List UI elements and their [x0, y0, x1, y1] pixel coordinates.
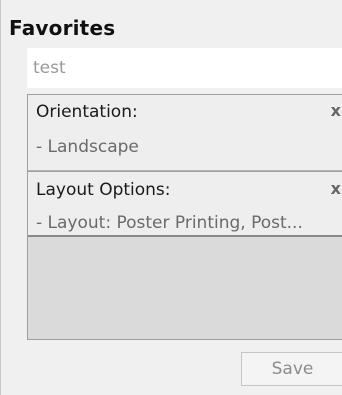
save-button[interactable]: Save: [241, 352, 342, 386]
list-item-value: - Layout: Poster Printing, Post...: [36, 213, 303, 233]
list-item-label: Orientation:: [36, 102, 138, 122]
list-item-orientation[interactable]: Orientation: x - Landscape: [28, 95, 342, 171]
list-item-value: - Landscape: [36, 137, 139, 157]
remove-icon[interactable]: x: [331, 179, 341, 198]
list-item-layout-options[interactable]: Layout Options: x - Layout: Poster Print…: [28, 171, 342, 237]
remove-icon[interactable]: x: [331, 101, 341, 120]
list-item-label: Layout Options:: [36, 180, 171, 200]
favorites-panel: Favorites Orientation: x - Landscape Lay…: [0, 0, 342, 395]
favorites-list: Orientation: x - Landscape Layout Option…: [27, 94, 342, 340]
panel-title: Favorites: [9, 16, 116, 40]
favorite-name-input[interactable]: [27, 48, 342, 88]
list-item-head: Orientation: x: [28, 95, 342, 129]
